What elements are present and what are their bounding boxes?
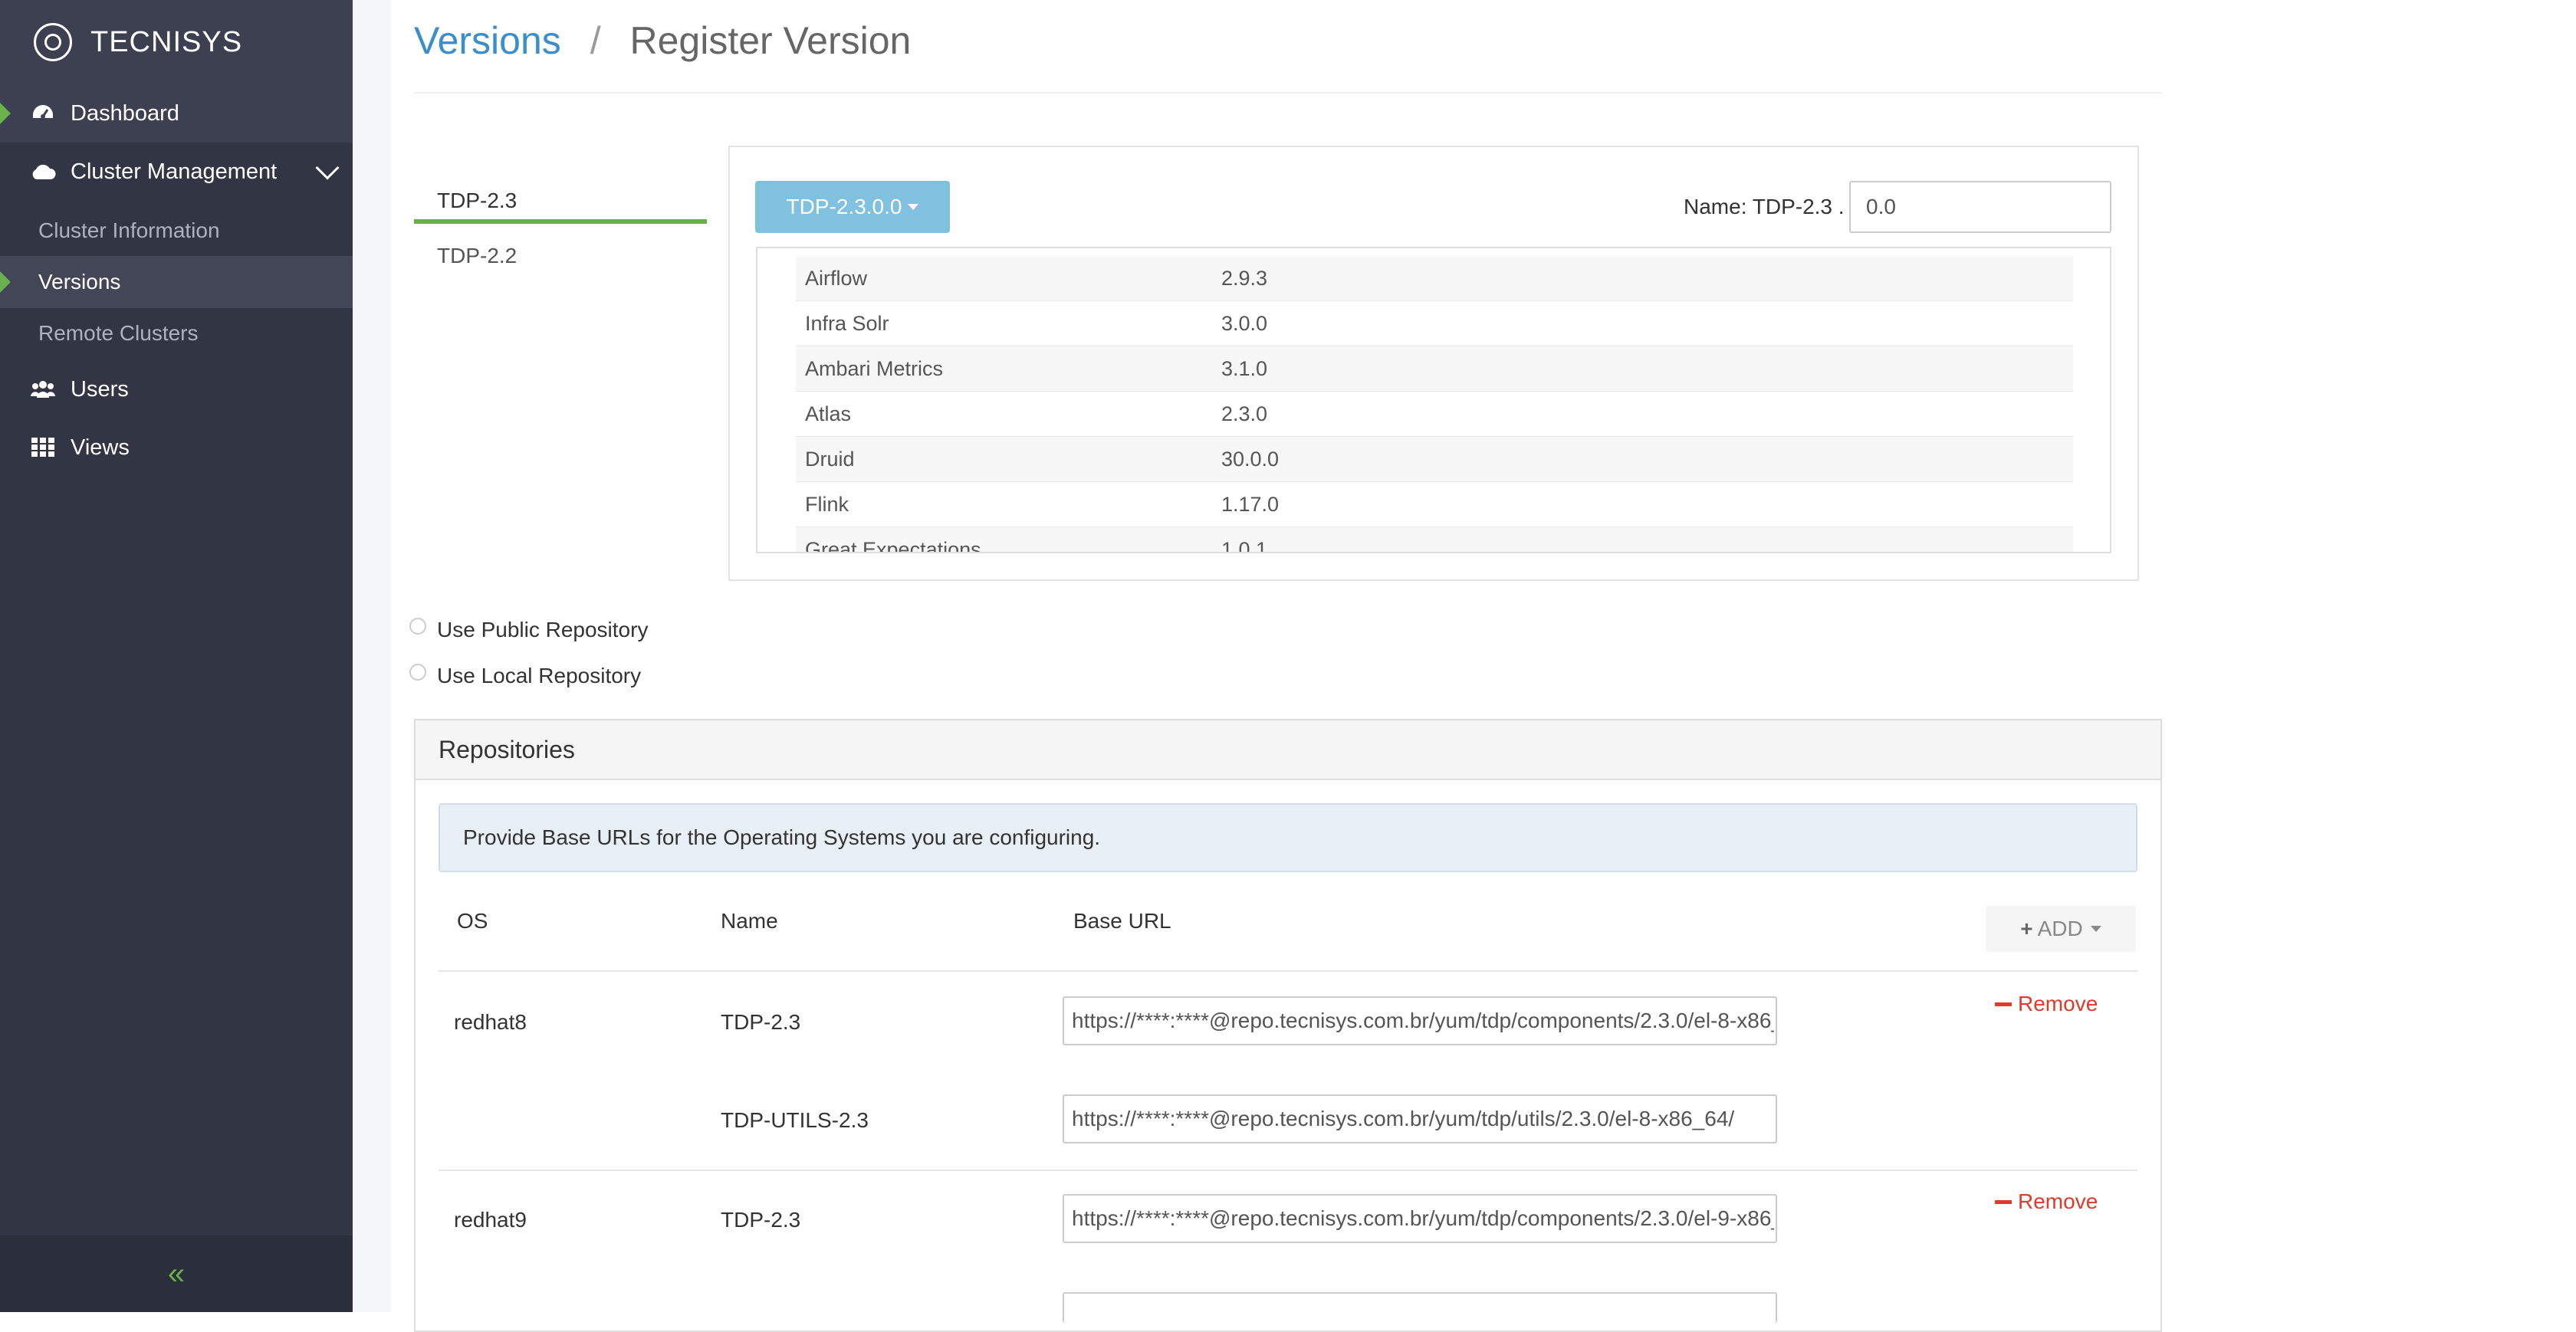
breadcrumb-link-versions[interactable]: Versions: [414, 19, 561, 62]
minus-icon: [1995, 1002, 2012, 1006]
minus-icon: [1995, 1199, 2012, 1204]
sidebar-item-dashboard[interactable]: Dashboard: [0, 84, 353, 143]
page-title: Register Version: [629, 19, 912, 62]
component-version: 30.0.0: [1221, 447, 1280, 471]
info-alert: Provide Base URLs for the Operating Syst…: [439, 803, 2137, 872]
active-marker: [0, 271, 11, 293]
table-row: Ambari Metrics 3.1.0: [796, 346, 2073, 392]
sidebar-item-versions[interactable]: Versions: [0, 256, 353, 308]
header-divider: [414, 92, 2162, 94]
column-header-os: OS: [457, 909, 488, 933]
sidebar-collapse-button[interactable]: «: [0, 1235, 353, 1312]
add-button-label: ADD: [2037, 917, 2083, 940]
component-name: Infra Solr: [805, 311, 889, 335]
version-name-input[interactable]: [1849, 181, 2111, 233]
table-row: Airflow 2.9.3: [796, 256, 2073, 301]
sidebar-item-label: Cluster Information: [38, 218, 220, 242]
os-name: redhat8: [454, 1010, 527, 1034]
component-version: 2.3.0: [1221, 402, 1268, 425]
sidebar-item-cluster-management[interactable]: Cluster Management: [0, 143, 353, 201]
sidebar-item-users[interactable]: Users: [0, 360, 353, 418]
dashboard-icon: [28, 103, 58, 124]
component-name: Flink: [805, 492, 849, 516]
component-version: 1.17.0: [1221, 492, 1280, 516]
column-header-base-url: Base URL: [1073, 909, 1171, 933]
sidebar-item-label: Users: [71, 376, 129, 402]
use-public-repository-option[interactable]: Use Public Repository: [409, 618, 648, 642]
sidebar-item-views[interactable]: Views: [0, 418, 353, 477]
users-icon: [28, 379, 58, 399]
repo-name: TDP-UTILS-2.3: [721, 1108, 869, 1132]
active-marker: [0, 103, 11, 124]
component-name: Atlas: [805, 402, 852, 425]
repo-name: TDP-2.3: [721, 1010, 801, 1034]
remove-label: Remove: [2018, 1189, 2098, 1213]
content-gutter: [353, 0, 391, 1312]
component-name: Great Expectations: [805, 537, 981, 553]
base-url-input-partial[interactable]: [1063, 1292, 1777, 1323]
component-version-table: Airflow 2.9.3 Infra Solr 3.0.0 Ambari Me…: [756, 247, 2111, 553]
radio-label: Use Public Repository: [437, 618, 649, 641]
table-row: Great Expectations 1.0.1: [796, 527, 2073, 553]
double-chevron-left-icon: «: [167, 1256, 186, 1291]
base-url-input[interactable]: [1063, 1194, 1777, 1243]
cloud-icon: [28, 162, 58, 181]
column-header-name: Name: [721, 909, 778, 933]
tab-label: TDP-2.2: [437, 244, 518, 267]
component-version: 3.1.0: [1221, 356, 1268, 380]
sidebar-item-label: Remote Clusters: [38, 321, 199, 345]
radio-button[interactable]: [409, 664, 426, 681]
breadcrumb-separator: /: [590, 19, 601, 62]
brand: TECNISYS: [0, 0, 353, 84]
tab-tdp-2-3[interactable]: TDP-2.3: [414, 189, 707, 224]
caret-down-icon: [908, 204, 919, 210]
plus-icon: +: [2020, 917, 2033, 940]
row-divider: [439, 970, 2137, 972]
remove-os-button[interactable]: Remove: [1995, 992, 2098, 1016]
breadcrumb: Versions / Register Version: [414, 18, 911, 63]
chevron-down-icon[interactable]: [315, 156, 340, 180]
table-row: Flink 1.17.0: [796, 482, 2073, 527]
sidebar-item-remote-clusters[interactable]: Remote Clusters: [0, 308, 353, 359]
component-name: Druid: [805, 447, 855, 471]
add-os-button[interactable]: + ADD: [1986, 906, 2136, 952]
grid-icon: [28, 438, 58, 458]
row-divider: [439, 1170, 2137, 1171]
table-row: Druid 30.0.0: [796, 437, 2073, 482]
tecnisys-logo-icon: [34, 23, 72, 61]
repo-name: TDP-2.3: [721, 1208, 801, 1232]
sidebar: TECNISYS Dashboard Cluster Management Cl…: [0, 0, 353, 1312]
remove-os-button[interactable]: Remove: [1995, 1189, 2098, 1214]
table-row: Infra Solr 3.0.0: [796, 301, 2073, 346]
version-name-label: Name: TDP-2.3 .: [1684, 195, 1845, 218]
sidebar-item-label: Versions: [38, 270, 121, 294]
caret-down-icon: [2090, 926, 2101, 932]
component-version: 1.0.1: [1221, 537, 1268, 553]
sidebar-item-label: Cluster Management: [71, 159, 278, 184]
tab-label: TDP-2.3: [437, 189, 518, 212]
sidebar-item-cluster-information[interactable]: Cluster Information: [0, 205, 353, 256]
remove-label: Remove: [2018, 992, 2098, 1015]
repositories-title: Repositories: [439, 735, 575, 763]
brand-name: TECNISYS: [90, 25, 243, 58]
base-url-input[interactable]: [1063, 996, 1777, 1045]
component-name: Airflow: [805, 266, 868, 290]
table-row: Atlas 2.3.0: [796, 392, 2073, 437]
version-dropdown-button[interactable]: TDP-2.3.0.0: [755, 181, 950, 233]
component-version: 3.0.0: [1221, 311, 1268, 335]
repositories-panel-heading: Repositories: [416, 720, 2160, 780]
component-name: Ambari Metrics: [805, 356, 944, 380]
tab-tdp-2-2[interactable]: TDP-2.2: [414, 244, 707, 274]
radio-button[interactable]: [409, 618, 426, 635]
use-local-repository-option[interactable]: Use Local Repository: [409, 664, 641, 688]
sidebar-item-label: Views: [71, 435, 130, 460]
info-alert-text: Provide Base URLs for the Operating Syst…: [463, 825, 1101, 849]
component-version: 2.9.3: [1221, 266, 1268, 290]
version-dropdown-label: TDP-2.3.0.0: [786, 195, 902, 218]
os-name: redhat9: [454, 1208, 527, 1232]
base-url-input[interactable]: [1063, 1094, 1777, 1143]
sidebar-item-label: Dashboard: [71, 100, 179, 126]
radio-label: Use Local Repository: [437, 664, 642, 687]
right-background: [2185, 0, 2576, 1312]
